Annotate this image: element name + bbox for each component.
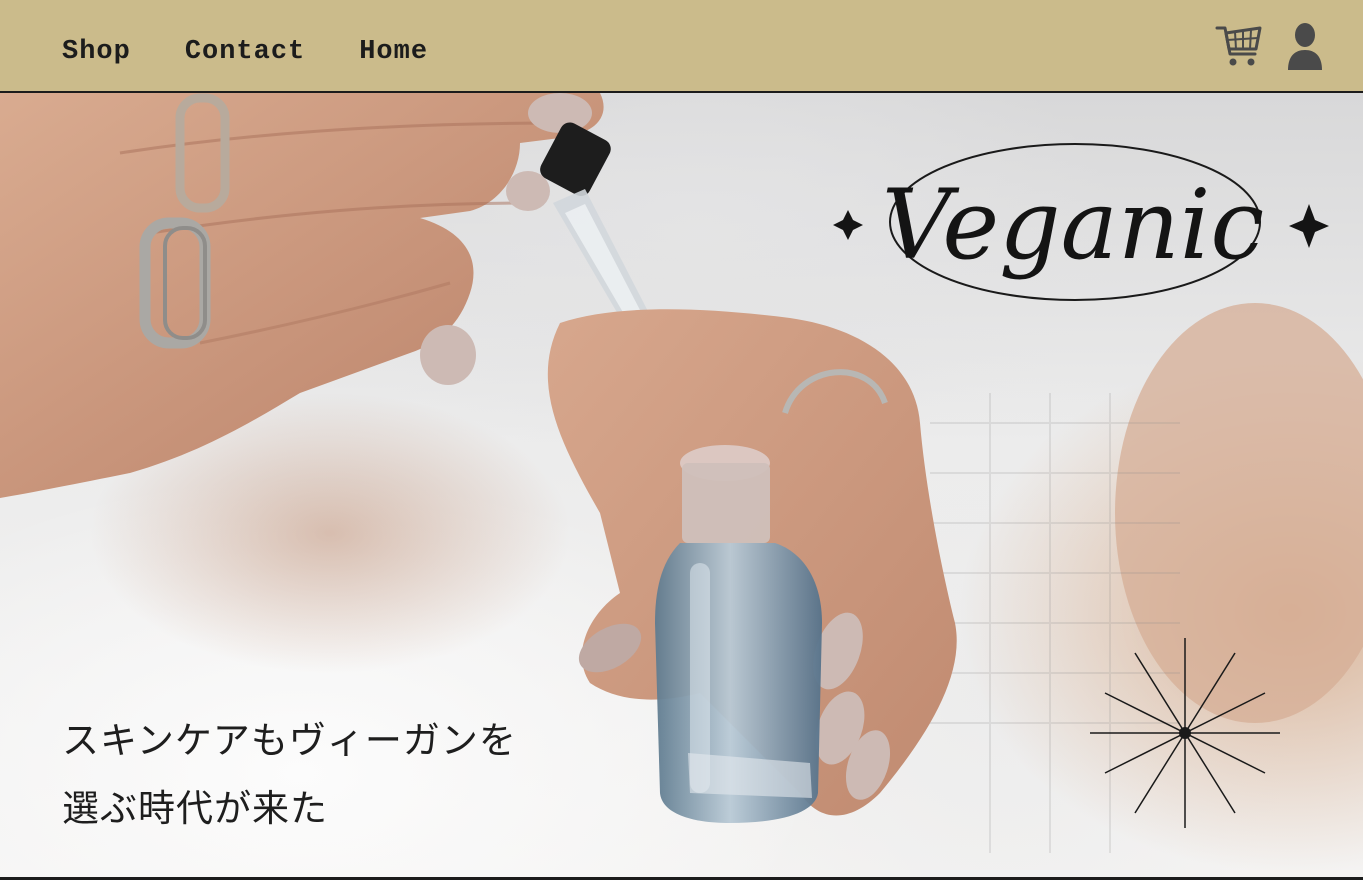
tagline-line-2: 選ぶ時代が来た — [62, 787, 328, 830]
veganic-logo: Veganic — [833, 143, 1329, 301]
nav-link-shop[interactable]: Shop — [62, 35, 131, 69]
nav-link-contact[interactable]: Contact — [185, 35, 305, 69]
logo-text: Veganic — [882, 169, 1264, 281]
cart-icon[interactable] — [1215, 22, 1263, 70]
nav-link-home[interactable]: Home — [359, 35, 428, 69]
tagline-line-1: スキンケアもヴィーガンを — [62, 719, 517, 762]
main-nav: Shop Contact Home — [62, 35, 482, 69]
top-nav-bar: Shop Contact Home — [0, 0, 1363, 93]
hero-tagline: スキンケアもヴィーガンを 選ぶ時代が来た — [62, 707, 517, 843]
upper-hand — [0, 93, 604, 498]
starburst-icon — [1090, 638, 1280, 828]
hero-banner: Veganic スキンケアもヴィーガンを 選ぶ時代が来た — [0, 93, 1363, 880]
user-icon[interactable] — [1286, 22, 1324, 72]
page: Shop Contact Home Veganic スキンケアもヴィーガンを 選… — [0, 0, 1363, 880]
